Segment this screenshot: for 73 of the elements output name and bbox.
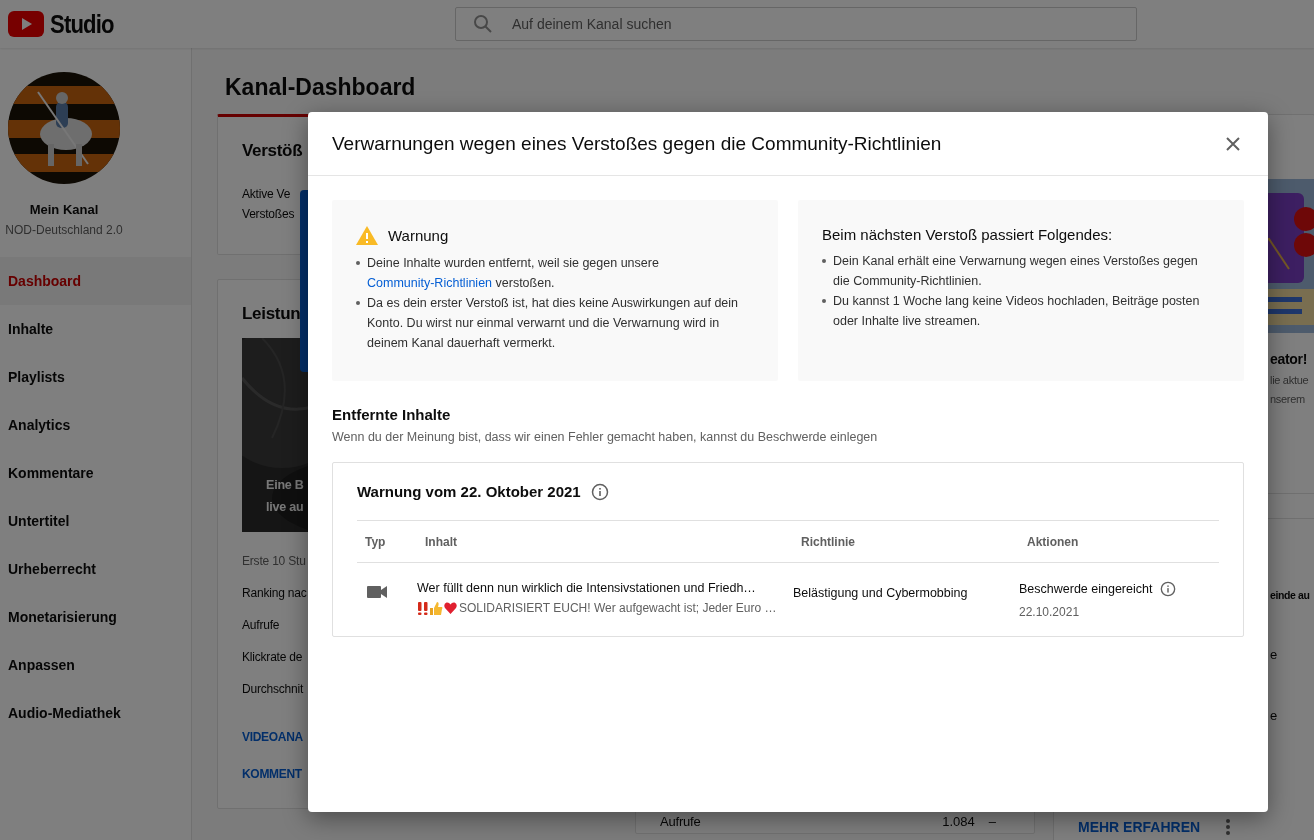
list-text: e xyxy=(1270,647,1278,662)
card-link[interactable]: VIDEOANA xyxy=(242,730,303,744)
metric-label: Aufrufe xyxy=(660,814,702,829)
close-icon xyxy=(1226,136,1240,151)
bullet-dot xyxy=(822,259,826,263)
nav-item[interactable]: Anpassen xyxy=(0,641,191,689)
bullet-text: Deine Inhalte wurden entfernt, weil sie gegen unsere Community-Richtlinien verstoßen. xyxy=(367,255,660,292)
guidelines-link[interactable]: Community-Richtlinien xyxy=(367,276,493,290)
nav-item[interactable]: Analytics xyxy=(0,401,191,449)
dialog-title: Verwarnungen wegen eines Verstoßes gegen die Community-Richtlinien xyxy=(332,132,942,155)
channel-label: Mein Kanal xyxy=(29,202,99,217)
video-description: SOLIDARISIERT EUCH! Wer aufgewacht ist; Jeder Euro … xyxy=(459,601,777,615)
bullet-dot xyxy=(356,301,360,305)
metric-label: Ranking nac xyxy=(242,586,307,600)
card-text: nserem xyxy=(1270,393,1305,405)
channel-name: NOD-Deutschland 2.0 xyxy=(5,223,123,237)
thumbs-up-icon xyxy=(430,601,443,615)
bullet-text: Du kannst 1 Woche lang keine Videos hochladen, Beiträge posten oder Inhalte live streamen. xyxy=(833,293,1201,330)
column-header: Typ xyxy=(364,534,387,549)
trend-mark: – xyxy=(988,814,996,829)
card-text: Verstoßes xyxy=(242,207,295,221)
nav-item[interactable]: Kommentare xyxy=(0,449,191,497)
appeal-date: 22.10.2021 xyxy=(1019,605,1080,619)
page-title: Kanal-Dashboard xyxy=(225,74,417,102)
search-field[interactable]: Auf deinem Kanal suchen xyxy=(455,7,1137,41)
more-options-icon[interactable] xyxy=(1226,819,1231,835)
bullet-dot xyxy=(822,299,826,303)
section-title: einde au xyxy=(1270,589,1310,601)
card-text: Aktive Ve xyxy=(242,187,291,201)
bullet-text: Dein Kanal erhält eine Verwarnung wegen eines Verstoßes gegen die Community-Richtlinien. xyxy=(833,253,1199,290)
nav-item[interactable]: Untertitel xyxy=(0,497,191,545)
video-caption: live au xyxy=(266,500,304,514)
panel-title: Warnung xyxy=(388,227,449,244)
card-text: lie aktue xyxy=(1270,374,1309,386)
bullet-text: Da es dein erster Verstoß ist, hat dies keine Auswirkungen auf dein Konto. Du wirst nur einmal verwarnt und die Verwarnung wird in deinem Kanal dauerhaft vermerkt. xyxy=(367,295,740,352)
column-header: Richtlinie xyxy=(800,534,856,549)
heart-icon xyxy=(444,602,457,614)
panel-title: Beim nächsten Verstoß passiert Folgendes: xyxy=(822,226,1113,243)
warning-icon xyxy=(356,226,378,245)
nav-item[interactable]: Audio-Mediathek xyxy=(0,689,191,737)
nav-item[interactable]: Playlists xyxy=(0,353,191,401)
info-icon[interactable] xyxy=(1160,581,1177,597)
metric-label: Aufrufe xyxy=(242,618,280,632)
policy-name: Belästigung und Cybermobbing xyxy=(793,586,968,600)
card-title: eator! xyxy=(1270,351,1308,367)
card-note: Erste 10 Stu xyxy=(242,554,306,568)
metric-label: Klickrate de xyxy=(242,650,303,664)
search-icon xyxy=(473,14,493,34)
list-text: e xyxy=(1270,708,1278,723)
logo-text: Studio xyxy=(50,8,114,40)
section-title: Entfernte Inhalte xyxy=(332,406,452,423)
appeal-status: Beschwerde eingereicht xyxy=(1019,582,1153,596)
video-title: Wer füllt denn nun wirklich die Intensivstationen und Friedh… xyxy=(417,581,757,595)
nav-item[interactable]: Monetarisierung xyxy=(0,593,191,641)
metric-label: Durchschnit xyxy=(242,682,304,696)
strike-title: Warnung vom 22. Oktober 2021 xyxy=(357,483,581,500)
nav-item[interactable]: Dashboard xyxy=(0,257,191,305)
metric-value: 1.084 xyxy=(942,814,975,829)
card-title: Verstöß xyxy=(242,141,303,161)
video-caption: Eine B xyxy=(266,478,304,492)
video-camera-icon xyxy=(367,585,387,599)
section-subtitle: Wenn du der Meinung bist, dass wir einen Fehler gemacht haben, kannst du Beschwerde einlegen xyxy=(332,430,879,444)
bullet-dot xyxy=(356,261,360,265)
play-logo-icon xyxy=(8,11,44,37)
column-header: Aktionen xyxy=(1026,534,1080,549)
nav-item[interactable]: Inhalte xyxy=(0,305,191,353)
nav-item[interactable]: Urheberrecht xyxy=(0,545,191,593)
card-title: Leistun xyxy=(242,304,301,324)
learn-more-link[interactable]: MEHR ERFAHREN xyxy=(1078,819,1201,835)
info-icon[interactable] xyxy=(590,482,609,501)
column-header: Inhalt xyxy=(424,534,458,549)
exclamation-icon xyxy=(417,601,429,615)
card-link[interactable]: KOMMENT xyxy=(242,767,302,781)
